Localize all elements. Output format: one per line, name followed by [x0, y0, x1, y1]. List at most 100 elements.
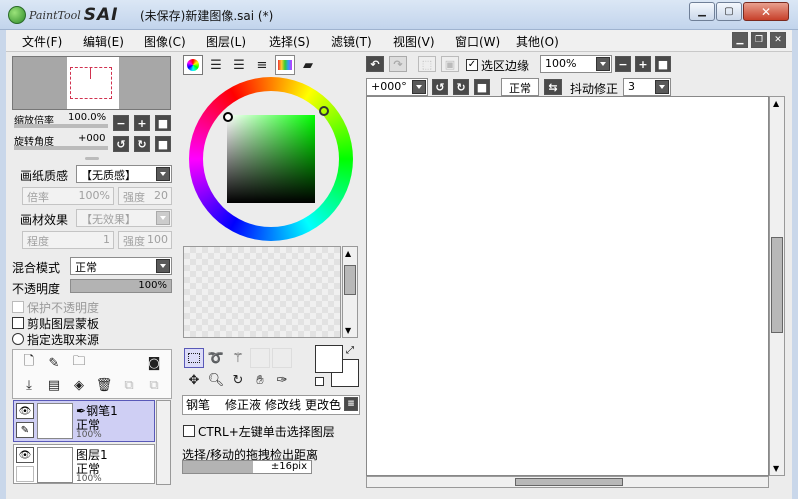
selection-source-radio[interactable] [12, 333, 24, 345]
canvas-zoom-out-button[interactable]: − [615, 56, 631, 72]
tool-tab-change-color[interactable]: 更改色 [305, 396, 341, 414]
clear-layer-button[interactable]: ▤ [44, 375, 64, 395]
hsv-slider-tab[interactable]: ☰ [229, 55, 249, 75]
canvas-rotate-right-button[interactable]: ↻ [453, 79, 469, 95]
maximize-button[interactable]: ▢ [716, 2, 742, 21]
minimize-button[interactable]: ▁ [689, 2, 715, 21]
brush-effect-select[interactable]: 【无效果】 [76, 209, 172, 227]
menu-filter[interactable]: 滤镜(T) [331, 33, 372, 50]
canvas-zoom-reset-button[interactable]: ■ [655, 56, 671, 72]
panel-splitter[interactable] [85, 157, 99, 160]
invert-selection-button[interactable]: ▣ [441, 56, 459, 72]
clip-mask-checkbox[interactable] [12, 317, 24, 329]
mixer-tab[interactable]: ≡ [252, 55, 272, 75]
canvas-mode-button[interactable]: 正常 [501, 78, 539, 96]
paste-layer-button[interactable]: ⧉ [144, 375, 164, 395]
swatch-scrollbar[interactable]: ▲ ▼ [342, 246, 358, 338]
scratchpad-tab[interactable]: ▰ [298, 55, 318, 75]
menu-window[interactable]: 窗口(W) [455, 33, 500, 50]
selection-edge-checkbox[interactable]: ✓ [466, 59, 478, 71]
reset-colors-icon[interactable] [315, 377, 324, 386]
primary-color[interactable] [315, 345, 343, 373]
zoom-slider[interactable] [14, 124, 108, 128]
canvas-rotate-reset-button[interactable]: ■ [474, 79, 490, 95]
canvas-vscroll-thumb[interactable] [771, 237, 783, 333]
pen-icon[interactable]: ✎ [16, 422, 34, 438]
menu-file[interactable]: 文件(F) [22, 33, 62, 50]
menu-select[interactable]: 选择(S) [269, 33, 310, 50]
eye-icon[interactable]: 👁 [16, 447, 34, 463]
rotate-slider[interactable] [14, 146, 108, 150]
eye-icon[interactable]: 👁 [16, 403, 34, 419]
canvas-zoom-select[interactable]: 100% [540, 55, 612, 73]
menu-other[interactable]: 其他(O) [516, 33, 559, 50]
scroll-up-icon[interactable]: ▲ [773, 99, 779, 108]
preserve-opacity-checkbox[interactable] [12, 301, 24, 313]
navigator-preview[interactable] [12, 56, 171, 110]
magic-wand-tool[interactable]: ⚚ [228, 348, 248, 368]
scroll-down-icon[interactable]: ▼ [773, 464, 779, 473]
canvas-horizontal-scrollbar[interactable] [366, 476, 769, 488]
layer-item-pen1[interactable]: 👁 ✎ ✒钢笔1 正常 100% [13, 400, 155, 442]
blend-mode-select[interactable]: 正常 [70, 257, 172, 275]
mdi-restore-button[interactable]: ❐ [751, 32, 767, 48]
layer-item-layer1[interactable]: 👁 图层1 正常 100% [13, 444, 155, 484]
rect-select-tool[interactable] [184, 348, 204, 368]
new-layer-button[interactable]: 🗋 [19, 353, 39, 373]
effect-strength-field[interactable]: 强度 100 [118, 231, 172, 249]
swatch-scroll-thumb[interactable] [344, 265, 356, 295]
zoom-in-button[interactable]: + [134, 115, 150, 131]
lasso-tool[interactable]: ➰ [206, 348, 226, 368]
tool-tab-correction[interactable]: 修正液 [225, 396, 261, 414]
rotate-reset-button[interactable]: ■ [155, 136, 171, 152]
color-wheel-tab[interactable] [183, 55, 203, 75]
paper-scale-field[interactable]: 倍率 100% [22, 187, 114, 205]
eraser-layer-button[interactable]: ◈ [69, 375, 89, 395]
menu-image[interactable]: 图像(C) [144, 33, 186, 50]
opacity-slider[interactable]: 100% [70, 279, 172, 293]
close-button[interactable]: ✕ [743, 2, 789, 21]
canvas-hscroll-thumb[interactable] [515, 478, 623, 486]
rotate-tool[interactable]: ↻ [228, 370, 248, 390]
eyedropper-tool[interactable]: ✑ [272, 370, 292, 390]
deselect-button[interactable]: ⬚ [418, 56, 436, 72]
rgb-slider-tab[interactable]: ☰ [206, 55, 226, 75]
rotate-left-button[interactable]: ↺ [113, 136, 129, 152]
copy-layer-button[interactable]: ⧉ [119, 375, 139, 395]
zoom-tool[interactable]: 🔍︎ [206, 370, 226, 390]
mdi-close-button[interactable]: ✕ [770, 32, 786, 48]
navigator-view-rect[interactable] [70, 67, 112, 99]
undo-button[interactable]: ↶ [366, 56, 384, 72]
canvas-zoom-in-button[interactable]: + [635, 56, 651, 72]
rotate-right-button[interactable]: ↻ [134, 136, 150, 152]
hand-tool[interactable]: ✋︎ [250, 370, 270, 390]
pen-icon[interactable] [16, 466, 34, 482]
color-wheel[interactable] [189, 77, 353, 241]
canvas-vertical-scrollbar[interactable]: ▲ ▼ [769, 96, 785, 476]
flip-horizontal-button[interactable]: ⇆ [544, 79, 562, 95]
zoom-out-button[interactable]: − [113, 115, 129, 131]
delete-layer-button[interactable]: 🗑 [94, 375, 114, 395]
sv-cursor[interactable] [223, 112, 233, 122]
drawing-canvas[interactable] [366, 96, 769, 476]
ctrl-select-checkbox[interactable] [183, 425, 195, 437]
swatch-tab[interactable] [275, 55, 295, 75]
drag-distance-slider[interactable]: ±16pix [182, 460, 312, 474]
zoom-reset-button[interactable]: ■ [155, 115, 171, 131]
canvas-rotate-left-button[interactable]: ↺ [432, 79, 448, 95]
menu-edit[interactable]: 编辑(E) [83, 33, 124, 50]
effect-degree-field[interactable]: 程度 1 [22, 231, 114, 249]
paper-texture-select[interactable]: 【无质感】 [76, 165, 172, 183]
stabilizer-select[interactable]: 3 [623, 78, 671, 96]
canvas-angle-select[interactable]: +000° [366, 78, 428, 96]
paper-strength-field[interactable]: 强度 20 [118, 187, 172, 205]
tool-tab-pen[interactable]: 钢笔 [186, 396, 210, 414]
scroll-down-icon[interactable]: ▼ [345, 326, 351, 335]
layers-scrollbar[interactable] [156, 400, 171, 485]
merge-down-button[interactable]: ⤓ [19, 375, 39, 395]
move-tool[interactable]: ✥ [184, 370, 204, 390]
menu-view[interactable]: 视图(V) [393, 33, 435, 50]
layer-mask-button[interactable]: ◙ [144, 353, 164, 373]
new-pen-layer-button[interactable]: ✎ [44, 353, 64, 373]
new-folder-button[interactable]: 🗀 [69, 353, 89, 373]
